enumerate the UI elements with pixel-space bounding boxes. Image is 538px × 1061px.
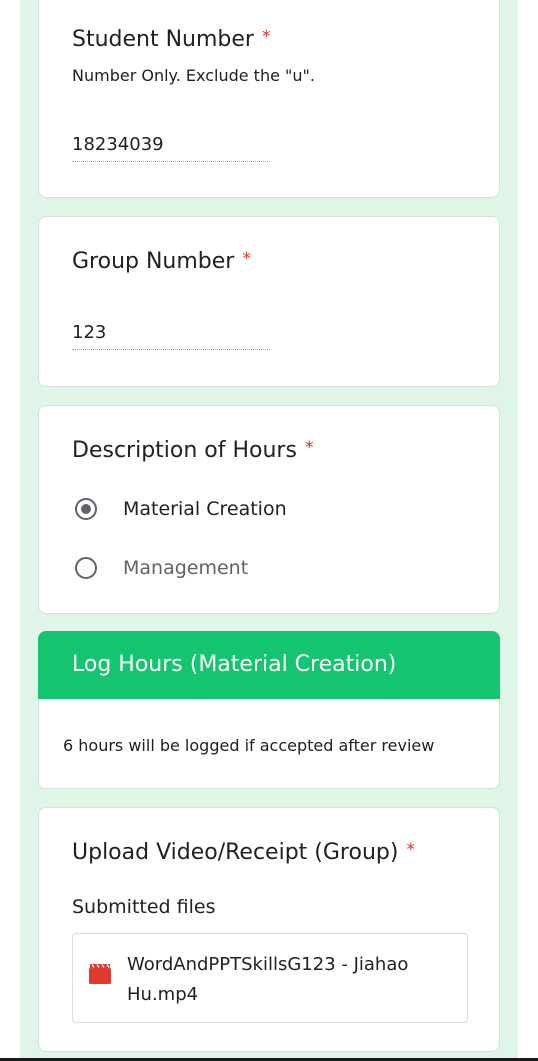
question-title: Group Number * xyxy=(72,249,251,274)
question-description: Number Only. Exclude the "u". xyxy=(72,66,315,85)
student-number-card: Student Number * Number Only. Exclude the… xyxy=(38,0,500,198)
description-of-hours-card: Description of Hours * Material Creation … xyxy=(38,405,500,614)
question-title: Upload Video/Receipt (Group) * xyxy=(72,840,415,865)
radio-checked-icon[interactable] xyxy=(75,498,97,520)
section-description: 6 hours will be logged if accepted after… xyxy=(63,736,435,755)
group-number-input[interactable]: 123 xyxy=(72,322,270,350)
required-asterisk: * xyxy=(406,840,415,860)
question-title: Student Number * xyxy=(72,27,270,52)
question-title-text: Group Number xyxy=(72,249,235,274)
required-asterisk: * xyxy=(261,27,271,47)
radio-option-material-creation[interactable]: Material Creation xyxy=(75,494,287,524)
upload-card: Upload Video/Receipt (Group) * Submitted … xyxy=(38,807,500,1052)
group-number-card: Group Number * 123 xyxy=(38,216,500,387)
section-title: Log Hours (Material Creation) xyxy=(72,652,397,677)
radio-unchecked-icon[interactable] xyxy=(75,557,97,579)
question-title: Description of Hours * xyxy=(72,438,313,463)
video-file-icon xyxy=(89,964,111,984)
question-title-text: Description of Hours xyxy=(72,438,297,463)
radio-option-management[interactable]: Management xyxy=(75,553,248,583)
log-hours-section-card: Log Hours (Material Creation) 6 hours wi… xyxy=(38,631,500,789)
question-title-text: Student Number xyxy=(72,27,254,52)
submitted-files-label: Submitted files xyxy=(72,896,216,918)
required-asterisk: * xyxy=(242,249,251,269)
submitted-file-item[interactable]: WordAndPPTSkillsG123 - Jiahao Hu.mp4 xyxy=(72,933,468,1023)
radio-label: Management xyxy=(123,557,249,579)
question-title-text: Upload Video/Receipt (Group) xyxy=(72,840,399,865)
radio-label: Material Creation xyxy=(123,498,287,520)
file-name: WordAndPPTSkillsG123 - Jiahao Hu.mp4 xyxy=(127,954,409,1005)
required-asterisk: * xyxy=(304,438,314,458)
student-number-input[interactable]: 18234039 xyxy=(72,134,270,162)
